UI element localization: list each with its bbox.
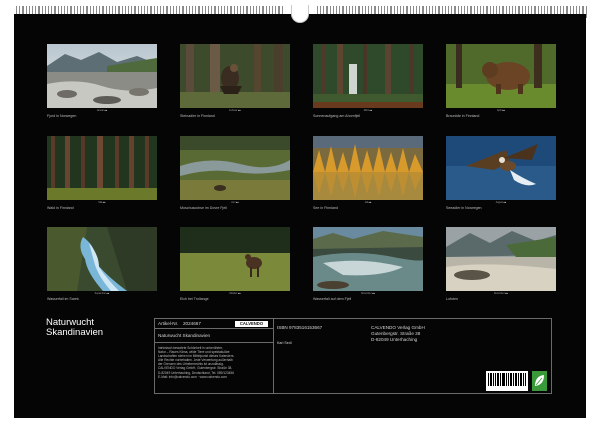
product-title: Naturwucht Skandinavien — [158, 333, 211, 338]
fineprint-line: E-Mail: info@calvendo.com · www.calvendo… — [158, 374, 227, 379]
photo-eagle-forest — [180, 44, 290, 108]
barcode-icon — [486, 371, 528, 391]
publisher-line-2: Gutenbergstr. Straße 38 — [371, 331, 421, 336]
product-info-panel: Artikel-Nr. 2024667 CALVENDO Naturwucht … — [154, 318, 552, 394]
photo-caption: Moschusochse im Dovre Fjell — [180, 206, 227, 210]
month-label: September ■■ — [94, 293, 110, 295]
photo-caption: Steinadler in Finnland — [180, 114, 215, 118]
month-label: Dezember ■■ — [493, 293, 508, 295]
eco-label-icon — [532, 371, 547, 391]
photo-bear — [446, 44, 556, 108]
month-label: Oktober ■■ — [229, 293, 241, 295]
photo-caption: Wald in Finnland — [47, 206, 74, 210]
month-label: Juni ■■ — [231, 202, 239, 204]
photo-fjord — [47, 44, 157, 108]
photo-sea-eagle — [446, 136, 556, 200]
photo-caption: Lofoten — [446, 297, 458, 301]
isbn: ISBN 9783516153667 — [277, 325, 323, 330]
month-label: August ■■ — [495, 202, 507, 204]
photo-waterfall — [47, 227, 157, 291]
photo-caption: Fjord in Norwegen — [47, 114, 77, 118]
photo-pine-forest — [47, 136, 157, 200]
month-label: Februar ■■ — [229, 110, 241, 112]
photo-caption: Elch bei Trollange — [180, 297, 209, 301]
photo-forest-stream — [313, 44, 423, 108]
divider — [155, 328, 273, 329]
calvendo-logo: CALVENDO — [235, 321, 268, 327]
photo-river-plain — [180, 136, 290, 200]
calendar-sheet: Januar ■■ Fjord in Norwegen Februar ■■ S… — [14, 14, 586, 418]
fineprint: Intrinsisch bewahrte Schönheit in unberü… — [158, 346, 270, 379]
month-label: Januar ■■ — [96, 110, 108, 112]
month-label: März ■■ — [363, 110, 373, 112]
photo-caption: Wasserfall im Sarek — [47, 297, 79, 301]
month-label: Mai ■■ — [98, 202, 106, 204]
publisher-line-1: CALVENDO Verlag GmbH — [371, 325, 425, 330]
title-line-2: Skandinavien — [46, 327, 104, 338]
publisher-line-3: D-82049 Unterhaching — [371, 337, 418, 342]
hanger-notch — [291, 5, 309, 23]
photo-caption: Braunbär in Finnland — [446, 114, 480, 118]
photo-caption: Seeadler in Norwegen — [446, 206, 482, 210]
photo-caption: Sonnenaufgang am Ahornfjell — [313, 114, 361, 118]
month-label: Juli ■■ — [364, 202, 372, 204]
month-label: November ■■ — [360, 293, 375, 295]
photo-lake-reflection — [313, 136, 423, 200]
photo-caption: Wasserfall auf dem Fjell — [313, 297, 352, 301]
author: Karl Sedl — [277, 341, 292, 345]
calendar-title: Naturwucht Skandinavien — [46, 318, 156, 338]
photo-caption: See in Finnland — [313, 206, 338, 210]
photo-lofoten — [446, 227, 556, 291]
photo-moose — [180, 227, 290, 291]
photo-cascades — [313, 227, 423, 291]
article-label: Artikel-Nr. — [158, 321, 179, 326]
divider — [155, 342, 273, 343]
article-number: 2024667 — [183, 321, 201, 326]
month-label: April ■■ — [496, 110, 505, 112]
